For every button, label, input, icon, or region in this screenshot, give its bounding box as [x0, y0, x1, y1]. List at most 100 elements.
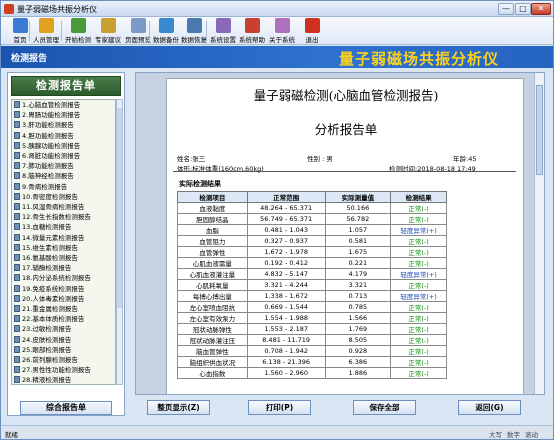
toolbar-button-9[interactable]: 系统帮助: [237, 18, 267, 44]
table-cell: 冠状动脉弹性: [177, 323, 248, 335]
maximize-button[interactable]: □: [515, 3, 531, 15]
table-row: 左心室有效泵力 1.554 - 1.988 1.566 正常(-): [177, 312, 447, 324]
table-row: 胆固醇结晶 56.749 - 65.371 56.782 正常(-): [177, 213, 447, 225]
table-row: 心肌血液灌注量 4.832 - 5.147 4.179 轻度异常(+): [177, 268, 447, 280]
report-list-item[interactable]: 16.氨基酸检测报告: [14, 254, 78, 263]
report-list-item[interactable]: 7.肺功能检测报告: [14, 162, 74, 171]
back-button[interactable]: 返回(G): [458, 400, 521, 415]
preview-scrollbar[interactable]: [534, 73, 544, 394]
results-heading: 实际检测结果: [179, 180, 221, 188]
report-list: 1.心脑血管检测报告 2.胃肠功能检测报告 3.肝功能检测报告 4.胆功能检测报告 5.…: [11, 99, 116, 385]
document-icon: [14, 172, 20, 180]
about-icon: [274, 18, 290, 33]
toolbar-label: 系统设置: [210, 36, 236, 44]
report-list-item[interactable]: 12.骨生长指数检测报告: [14, 213, 91, 222]
report-list-item[interactable]: 6.肾脏功能检测报告: [14, 152, 80, 161]
report-list-label: 18.内分泌系统检测报告: [22, 274, 91, 283]
report-list-item[interactable]: 23.过敏检测报告: [14, 325, 71, 334]
toolbar-button-6[interactable]: 数据备份: [151, 18, 181, 44]
report-list-item[interactable]: 13.血糖检测报告: [14, 223, 71, 232]
sidebar-scrollbar[interactable]: [116, 99, 123, 385]
document-icon: [14, 213, 20, 221]
report-list-item[interactable]: 20.人体毒素检测报告: [14, 294, 85, 304]
close-button[interactable]: ✕: [531, 3, 551, 15]
report-list-label: 20.人体毒素检测报告: [22, 294, 85, 303]
num-indicator: 数字: [507, 431, 520, 439]
report-list-item[interactable]: 4.胆功能检测报告: [14, 131, 74, 141]
report-list-item[interactable]: 5.胰腺功能检测报告: [14, 141, 80, 151]
table-cell: 0.713: [324, 290, 392, 302]
report-list-label: 10.骨密度检测报告: [22, 192, 78, 201]
report-list-item[interactable]: 19.免疫系统检测报告: [14, 284, 85, 294]
report-list-item[interactable]: 15.维生素检测报告: [14, 243, 78, 253]
report-list-item[interactable]: 28.精液检测报告: [14, 376, 72, 385]
table-cell: 心肌耗氧量: [177, 279, 248, 291]
report-list-item[interactable]: 2.胃肠功能检测报告: [14, 111, 80, 120]
toolbar-button-8[interactable]: 系统设置: [208, 18, 238, 44]
toolbar-button-7[interactable]: 数据恢复: [179, 18, 209, 44]
document-icon: [14, 141, 20, 149]
table-cell: 左心室有效泵力: [177, 312, 248, 324]
table-cell: 6.386: [324, 356, 392, 368]
report-list-item[interactable]: 18.内分泌系统检测报告: [14, 274, 91, 283]
report-list-item[interactable]: 25.眼部检测报告: [14, 345, 72, 355]
report-list-item[interactable]: 17.辅酶检测报告: [14, 264, 71, 273]
table-row: 血管弹性 1.672 - 1.978 1.675 正常(-): [177, 246, 447, 258]
save-all-button[interactable]: 保存全部: [353, 400, 416, 415]
report-list-label: 3.肝功能检测报告: [22, 121, 74, 130]
report-list-item[interactable]: 26.前列腺检测报告: [14, 356, 78, 365]
toolbar-button-11[interactable]: 退出: [297, 18, 327, 44]
summary-report-button[interactable]: 综合报告单: [20, 401, 112, 415]
report-list-label: 2.胃肠功能检测报告: [22, 111, 81, 120]
document-icon: [14, 274, 20, 282]
toolbar-button-3[interactable]: 开始检测: [63, 18, 93, 44]
fit-page-button[interactable]: 整页显示(Z): [147, 400, 210, 415]
toolbar-button-2[interactable]: 人员管理: [31, 18, 61, 44]
toolbar-button-10[interactable]: 关于系统: [267, 18, 297, 44]
table-cell: 8.481 - 11.719: [246, 334, 326, 346]
report-list-label: 16.氨基酸检测报告: [22, 254, 78, 262]
report-list-item[interactable]: 8.脑神经检测报告: [14, 172, 74, 181]
print-button[interactable]: 打印(P): [248, 400, 311, 415]
table-cell: 正常(-): [390, 334, 447, 346]
table-cell: 0.669 - 1.544: [246, 301, 326, 313]
table-cell: 56.782: [324, 213, 392, 225]
expert-icon: [100, 18, 116, 33]
sidebar-scroll-thumb[interactable]: [117, 108, 122, 308]
document-icon: [14, 152, 20, 159]
report-list-item[interactable]: 1.心脑血管检测报告: [14, 101, 80, 110]
table-cell: 每搏心搏出量: [177, 290, 248, 302]
table-cell: 脑血管弹性: [177, 345, 248, 357]
table-cell: 0.192 - 0.412: [246, 257, 326, 269]
table-cell: 1.554 - 1.988: [246, 312, 326, 324]
table-cell: 血脂: [177, 224, 248, 236]
document-icon: [14, 284, 20, 292]
table-cell: 6.138 - 21.396: [246, 356, 326, 368]
table-cell: 3.321 - 4.244: [246, 279, 326, 291]
report-list-label: 19.免疫系统检测报告: [22, 284, 85, 293]
report-list-item[interactable]: 10.骨密度检测报告: [14, 192, 78, 202]
toolbar: 首页 人员管理 开始检测 专家建议 页面预览 数据备份 数据恢复 系统设置 系统帮助 关于系统 退出: [1, 17, 553, 45]
report-list-item[interactable]: 27.男性性功能检测报告: [14, 366, 91, 375]
document-icon: [14, 233, 20, 241]
report-list-item[interactable]: 22.基本体质检测报告: [14, 315, 84, 324]
report-list-item[interactable]: 9.骨病检测报告: [14, 182, 67, 192]
report-list-item[interactable]: 14.微量元素检测报告: [14, 233, 84, 243]
report-page: 量子弱磁检测(心脑血管检测报告) 分析报告单 姓名:张三 性别 : 男 年龄:4…: [166, 78, 524, 394]
report-list-label: 25.眼部检测报告: [22, 345, 72, 354]
toolbar-button-4[interactable]: 专家建议: [93, 18, 123, 44]
report-list-item[interactable]: 11.风湿骨病检测报告: [14, 203, 84, 212]
preview-scroll-thumb[interactable]: [536, 85, 543, 175]
home-icon: [12, 18, 28, 33]
minimize-button[interactable]: —: [498, 3, 514, 15]
table-cell: 胆固醇结晶: [177, 213, 248, 225]
column-header: 检测结果: [390, 191, 447, 203]
report-list-label: 28.精液检测报告: [22, 376, 72, 385]
toolbar-label: 开始检测: [65, 36, 91, 44]
report-list-item[interactable]: 24.皮肤检测报告: [14, 335, 71, 345]
report-list-item[interactable]: 21.重金属检测报告: [14, 305, 78, 314]
table-cell: 正常(-): [390, 235, 447, 247]
report-list-item[interactable]: 3.肝功能检测报告: [14, 121, 74, 130]
app-icon: [4, 4, 14, 14]
table-cell: 轻度异常(+): [390, 290, 447, 302]
